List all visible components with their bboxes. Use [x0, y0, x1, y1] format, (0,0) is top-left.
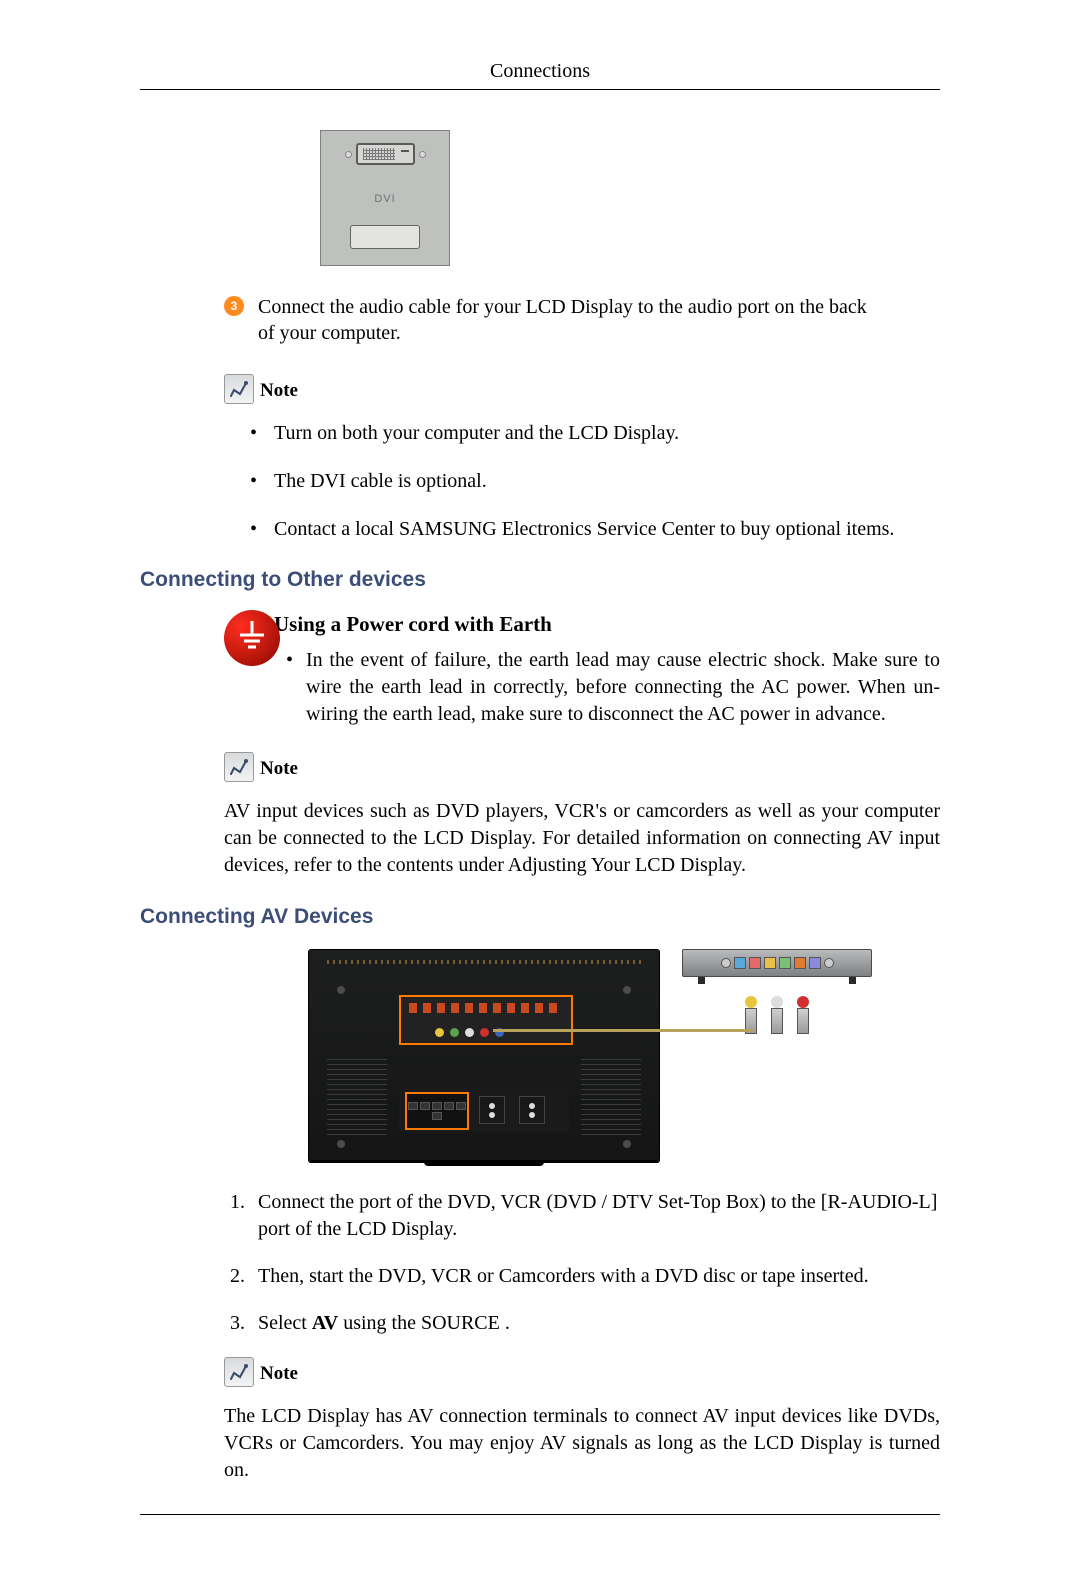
av-steps-list: Connect the port of the DVD, VCR (DVD / … [224, 1189, 940, 1337]
list-item: Select AV using the SOURCE . [250, 1310, 940, 1337]
step-number-badge: 3 [224, 296, 244, 316]
section-heading-av-devices: Connecting AV Devices [140, 905, 940, 929]
note-icon [224, 1357, 254, 1387]
dvi-cable-icon [350, 225, 420, 249]
tv-rear-panel-icon [308, 949, 660, 1161]
note-paragraph-3: The LCD Display has AV connection termin… [224, 1403, 940, 1484]
earth-subheading: Using a Power cord with Earth [274, 612, 940, 637]
note-bullet: Turn on both your computer and the LCD D… [250, 420, 940, 446]
step-row-3: 3 Connect the audio cable for your LCD D… [224, 294, 940, 346]
note-icon [224, 752, 254, 782]
earth-warning-block: Using a Power cord with Earth In the eve… [224, 612, 940, 728]
note-icon [224, 374, 254, 404]
header-divider [140, 89, 940, 90]
dvi-port-icon [356, 143, 415, 165]
note-bullet: Contact a local SAMSUNG Electronics Serv… [250, 516, 940, 542]
note-heading-2: Note [224, 752, 940, 782]
note-heading-3: Note [224, 1357, 940, 1387]
dvi-label: DVI [333, 193, 437, 205]
av-connection-diagram [308, 949, 940, 1161]
step-text: Connect the audio cable for your LCD Dis… [258, 294, 878, 346]
note-heading-1: Note [224, 374, 940, 404]
earth-ground-icon [224, 610, 280, 666]
note-label: Note [260, 758, 298, 782]
list-item: Then, start the DVD, VCR or Camcorders w… [250, 1263, 940, 1290]
note-bullet: The DVI cable is optional. [250, 468, 940, 494]
earth-bullet: In the event of failure, the earth lead … [286, 647, 940, 728]
note-paragraph-2: AV input devices such as DVD players, VC… [224, 798, 940, 879]
footer-divider [140, 1514, 940, 1515]
list-item: Connect the port of the DVD, VCR (DVD / … [250, 1189, 940, 1243]
dvd-player-icon [682, 949, 872, 1034]
page-header-title: Connections [140, 60, 940, 89]
note-label: Note [260, 1363, 298, 1387]
section-heading-other-devices: Connecting to Other devices [140, 568, 940, 592]
note-label: Note [260, 380, 298, 404]
dvi-diagram: DVI [320, 130, 450, 266]
note-bullet-list-1: Turn on both your computer and the LCD D… [250, 420, 940, 542]
av-cable-line [493, 1029, 753, 1032]
